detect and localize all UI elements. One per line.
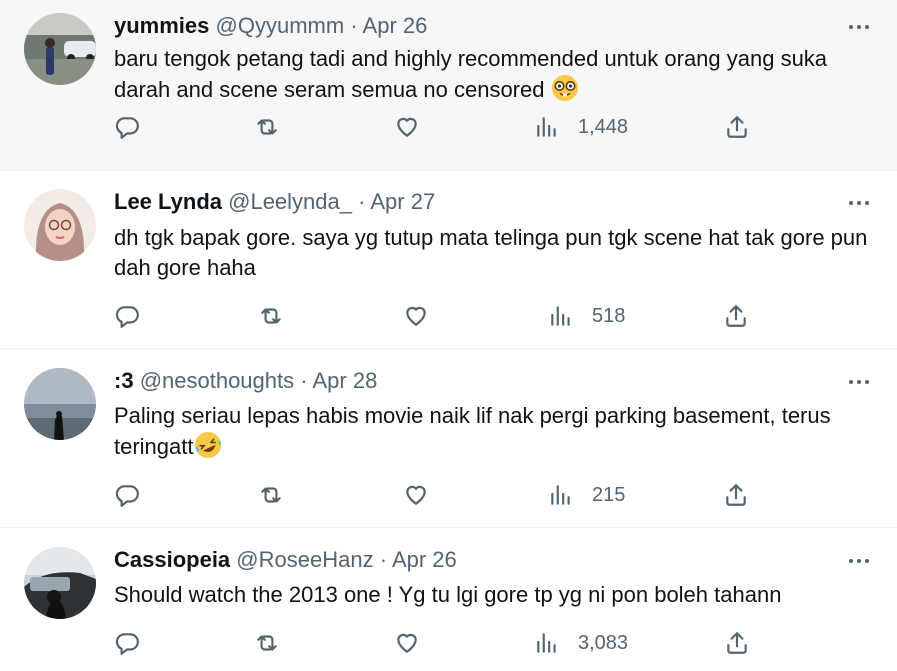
handle[interactable]: @Qyyummm [216, 13, 345, 38]
replies-feed: yummies @Qyyummm · Apr 26 baru tengok pe… [0, 0, 897, 671]
tweet-text-content: baru tengok petang tadi and highly recom… [114, 46, 828, 102]
avatar[interactable] [24, 368, 96, 440]
more-icon[interactable] [847, 188, 871, 216]
avatar[interactable] [24, 547, 96, 619]
views-count: 518 [592, 304, 626, 327]
handle[interactable]: @RoseeHanz [236, 547, 373, 572]
display-name[interactable]: yummies [114, 13, 209, 38]
action-bar: 215 [0, 480, 897, 510]
views-icon [548, 303, 574, 329]
views-icon [534, 114, 560, 140]
share-button[interactable] [723, 480, 749, 510]
views-button[interactable]: 518 [548, 301, 625, 331]
rolling-on-floor-laughing-emoji-icon [194, 431, 222, 467]
display-name[interactable]: :3 [114, 368, 134, 393]
reply-tweet[interactable]: Lee Lynda @Leelynda_ · Apr 27 dh tgk bap… [0, 171, 897, 349]
retweet-button[interactable] [258, 480, 284, 510]
reply-button[interactable] [114, 301, 140, 331]
like-icon [394, 630, 420, 656]
action-bar: 3,083 [0, 628, 897, 658]
display-name[interactable]: Cassiopeia [114, 547, 230, 572]
share-icon [723, 482, 749, 508]
views-button[interactable]: 3,083 [534, 628, 628, 658]
retweet-button[interactable] [254, 628, 280, 658]
display-name[interactable]: Lee Lynda [114, 189, 222, 214]
views-count: 215 [592, 483, 626, 506]
action-bar: 1,448 [0, 112, 897, 142]
reply-icon [114, 303, 140, 329]
reply-button[interactable] [114, 628, 140, 658]
tweet-text: dh tgk bapak gore. saya yg tutup mata te… [114, 223, 874, 283]
tweet-text-content: dh tgk bapak gore. saya yg tutup mata te… [114, 225, 868, 280]
retweet-button[interactable] [258, 301, 284, 331]
separator: · [358, 189, 366, 214]
share-icon [724, 630, 750, 656]
like-icon [394, 114, 420, 140]
share-button[interactable] [723, 301, 749, 331]
reply-button[interactable] [114, 112, 140, 142]
share-icon [723, 303, 749, 329]
views-count: 3,083 [578, 631, 629, 654]
separator: · [379, 547, 388, 572]
like-button[interactable] [403, 480, 429, 510]
retweet-icon [254, 114, 280, 140]
tweet-text: Should watch the 2013 one ! Yg tu lgi go… [114, 580, 874, 610]
separator: · [300, 368, 308, 393]
action-bar: 518 [0, 301, 897, 331]
like-button[interactable] [403, 301, 429, 331]
reply-tweet[interactable]: :3 @nesothoughts · Apr 28 Paling seriau … [0, 349, 897, 528]
like-icon [403, 303, 429, 329]
reply-tweet[interactable]: yummies @Qyyummm · Apr 26 baru tengok pe… [0, 0, 897, 171]
reply-button[interactable] [114, 480, 140, 510]
reply-tweet[interactable]: Cassiopeia @RoseeHanz · Apr 26 Should wa… [0, 528, 897, 671]
tweet-text-content: Should watch the 2013 one ! Yg tu lgi go… [114, 582, 782, 607]
timestamp[interactable]: Apr 26 [392, 547, 457, 572]
share-button[interactable] [724, 112, 750, 142]
handle[interactable]: @Leelynda_ [228, 189, 352, 214]
reply-icon [114, 630, 140, 656]
views-icon [534, 630, 560, 656]
views-icon [548, 482, 574, 508]
retweet-icon [254, 630, 280, 656]
nerd-face-emoji-icon [551, 74, 579, 110]
avatar[interactable] [24, 13, 96, 85]
views-count: 1,448 [578, 115, 629, 138]
timestamp[interactable]: Apr 26 [363, 13, 428, 38]
like-button[interactable] [394, 112, 420, 142]
handle[interactable]: @nesothoughts [140, 368, 294, 393]
reply-icon [114, 114, 140, 140]
more-icon[interactable] [847, 367, 871, 395]
separator: · [350, 13, 358, 38]
like-icon [403, 482, 429, 508]
share-button[interactable] [724, 628, 750, 658]
retweet-icon [258, 482, 284, 508]
like-button[interactable] [394, 628, 420, 658]
tweet-text: Paling seriau lepas habis movie naik lif… [114, 401, 874, 467]
timestamp[interactable]: Apr 27 [370, 189, 435, 214]
reply-icon [114, 482, 140, 508]
tweet-text: baru tengok petang tadi and highly recom… [114, 44, 874, 110]
views-button[interactable]: 1,448 [534, 112, 628, 142]
views-button[interactable]: 215 [548, 480, 625, 510]
retweet-button[interactable] [254, 112, 280, 142]
timestamp[interactable]: Apr 28 [313, 368, 378, 393]
more-icon[interactable] [847, 12, 871, 40]
more-icon[interactable] [847, 546, 871, 574]
share-icon [724, 114, 750, 140]
avatar[interactable] [24, 189, 96, 261]
retweet-icon [258, 303, 284, 329]
